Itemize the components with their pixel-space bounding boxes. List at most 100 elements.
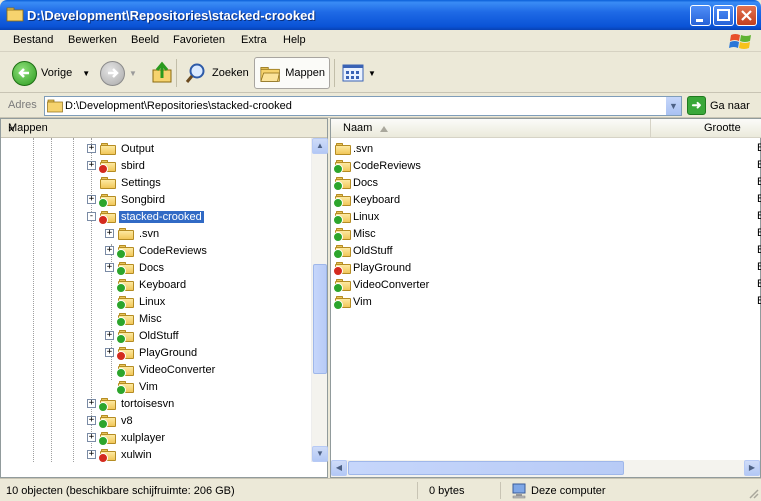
resize-grip-icon[interactable]: [747, 487, 759, 499]
close-icon: [741, 10, 752, 21]
back-dropdown-icon[interactable]: ▼: [82, 69, 90, 78]
tree-item-label: CodeReviews: [139, 244, 207, 257]
tree-item[interactable]: + Songbird: [87, 191, 167, 208]
list-item[interactable]: Linux B: [333, 208, 761, 225]
list-item[interactable]: Vim B: [333, 293, 761, 310]
expand-icon[interactable]: +: [87, 144, 96, 153]
forward-dropdown-icon[interactable]: ▼: [129, 69, 137, 78]
tree-item[interactable]: - stacked-crooked: [87, 208, 204, 225]
go-label: Ga naar: [710, 99, 750, 112]
folder-modified-icon: [98, 159, 116, 174]
title-bar[interactable]: D:\Development\Repositories\stacked-croo…: [0, 0, 761, 30]
folder-modified-icon: [98, 210, 116, 225]
scroll-thumb[interactable]: [313, 264, 327, 374]
address-dropdown-icon[interactable]: ▼: [665, 97, 681, 115]
forward-arrow-icon: [100, 60, 125, 86]
expand-icon[interactable]: +: [87, 450, 96, 459]
views-icon: [342, 64, 364, 82]
tree-item[interactable]: + tortoisesvn: [87, 395, 176, 412]
tree-item[interactable]: VideoConverter: [105, 361, 217, 378]
address-input[interactable]: D:\Development\Repositories\stacked-croo…: [44, 96, 682, 116]
tree-item[interactable]: + Docs: [105, 259, 166, 276]
views-button[interactable]: ▼: [338, 57, 380, 89]
folder-icon: [100, 142, 116, 156]
folder-versioned-icon: [98, 431, 116, 446]
folder-icon: [6, 7, 24, 22]
list-item[interactable]: VideoConverter B: [333, 276, 761, 293]
column-header-size[interactable]: Grootte: [651, 119, 761, 138]
list-item-size: B: [757, 210, 761, 222]
tree-item[interactable]: Vim: [105, 378, 160, 395]
tree-item[interactable]: + xulwin: [87, 446, 154, 462]
list-item-name: Misc: [353, 227, 376, 240]
list-item-name: CodeReviews: [353, 159, 421, 172]
folder-versioned-icon: [333, 159, 351, 174]
list-item[interactable]: .svn B: [335, 140, 761, 157]
scroll-right-icon[interactable]: ▶: [744, 460, 760, 476]
tree-item[interactable]: + PlayGround: [105, 344, 199, 361]
list-item[interactable]: Keyboard B: [333, 191, 761, 208]
expand-icon[interactable]: +: [105, 263, 114, 272]
folder-modified-icon: [116, 346, 134, 361]
tree-item[interactable]: Linux: [105, 293, 167, 310]
back-button[interactable]: Vorige ▼: [8, 57, 94, 89]
menu-bar: Bestand Bewerken Beeld Favorieten Extra …: [0, 30, 761, 52]
tree-item[interactable]: + xulplayer: [87, 429, 167, 446]
tree-item[interactable]: + v8: [87, 412, 135, 429]
search-button[interactable]: Zoeken: [180, 57, 253, 89]
file-list-horizontal-scrollbar[interactable]: ◀ ▶: [331, 460, 760, 477]
menu-bewerken[interactable]: Bewerken: [68, 34, 117, 46]
maximize-button[interactable]: [713, 5, 734, 26]
minimize-button[interactable]: [690, 5, 711, 26]
menu-beeld[interactable]: Beeld: [131, 34, 159, 46]
tree-item[interactable]: + .svn: [105, 225, 161, 242]
list-item-name: VideoConverter: [353, 278, 430, 291]
list-item[interactable]: OldStuff B: [333, 242, 761, 259]
column-header-name[interactable]: Naam: [331, 119, 651, 138]
menu-extra[interactable]: Extra: [241, 34, 267, 46]
forward-button[interactable]: ▼: [96, 57, 141, 89]
collapse-icon[interactable]: -: [87, 212, 96, 221]
tree-item[interactable]: + OldStuff: [105, 327, 181, 344]
list-item-name: PlayGround: [353, 261, 412, 274]
go-button[interactable]: ➜ Ga naar: [687, 96, 750, 115]
expand-icon[interactable]: +: [87, 399, 96, 408]
scroll-down-icon[interactable]: ▼: [312, 446, 328, 462]
expand-icon[interactable]: +: [87, 195, 96, 204]
scroll-left-icon[interactable]: ◀: [331, 460, 347, 476]
close-button[interactable]: [736, 5, 757, 26]
views-dropdown-icon[interactable]: ▼: [368, 69, 376, 78]
menu-bestand[interactable]: Bestand: [13, 34, 53, 46]
address-value: D:\Development\Repositories\stacked-croo…: [65, 100, 292, 112]
tree-item[interactable]: + Output: [87, 140, 156, 157]
menu-help[interactable]: Help: [283, 34, 306, 46]
tree-item[interactable]: Misc: [105, 310, 164, 327]
list-item[interactable]: Docs B: [333, 174, 761, 191]
tree-item-label: tortoisesvn: [121, 397, 175, 410]
list-item[interactable]: Misc B: [333, 225, 761, 242]
up-folder-button[interactable]: [145, 57, 179, 89]
expand-icon[interactable]: +: [87, 161, 96, 170]
expand-icon[interactable]: +: [105, 246, 114, 255]
tree-item-label: v8: [121, 414, 133, 427]
close-pane-icon[interactable]: ×: [8, 122, 321, 136]
tree-item[interactable]: + sbird: [87, 157, 147, 174]
expand-icon[interactable]: +: [105, 348, 114, 357]
expand-icon[interactable]: +: [105, 331, 114, 340]
tree-item[interactable]: + CodeReviews: [105, 242, 209, 259]
list-item[interactable]: PlayGround B: [333, 259, 761, 276]
tree-item[interactable]: Settings: [87, 174, 163, 191]
expand-icon[interactable]: +: [87, 433, 96, 442]
scroll-thumb[interactable]: [348, 461, 624, 475]
folders-pane: Mappen × + Output + sbird Settings + Songbird -…: [0, 118, 328, 478]
tree-item-label: Settings: [121, 176, 161, 189]
expand-icon[interactable]: +: [105, 229, 114, 238]
scroll-up-icon[interactable]: ▲: [312, 138, 328, 154]
folders-vertical-scrollbar[interactable]: ▲ ▼: [311, 138, 328, 462]
status-objects: 10 objecten (beschikbare schijfruimte: 2…: [0, 482, 418, 499]
expand-icon[interactable]: +: [87, 416, 96, 425]
tree-item[interactable]: Keyboard: [105, 276, 188, 293]
folders-button[interactable]: Mappen: [254, 57, 330, 89]
list-item[interactable]: CodeReviews B: [333, 157, 761, 174]
menu-favorieten[interactable]: Favorieten: [173, 34, 225, 46]
